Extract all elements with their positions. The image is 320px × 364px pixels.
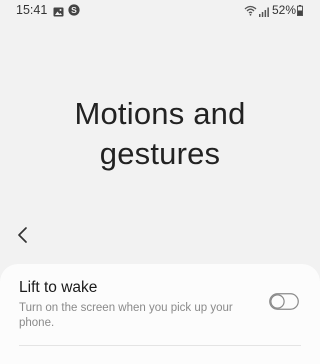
lift-to-wake-title: Lift to wake bbox=[19, 279, 98, 296]
row-divider bbox=[19, 345, 301, 346]
status-bar: 15:41 S 52% bbox=[0, 0, 320, 22]
lift-to-wake-row[interactable]: Lift to wake Turn on the screen when you… bbox=[0, 264, 320, 340]
battery-icon bbox=[297, 3, 303, 16]
chevron-left-icon bbox=[10, 222, 36, 248]
battery-percent: 52% bbox=[272, 3, 297, 17]
lift-to-wake-toggle[interactable] bbox=[269, 293, 299, 310]
back-button[interactable] bbox=[10, 222, 36, 248]
settings-card: Lift to wake Turn on the screen when you… bbox=[0, 264, 320, 364]
signal-icon bbox=[259, 4, 269, 17]
svg-text:S: S bbox=[71, 5, 77, 15]
skype-icon: S bbox=[68, 3, 80, 16]
gallery-icon bbox=[53, 4, 64, 17]
status-time: 15:41 bbox=[16, 3, 48, 17]
page-title-line1: Motions and bbox=[74, 96, 246, 131]
lift-to-wake-description: Turn on the screen when you pick up your… bbox=[19, 302, 233, 329]
page-title-line2: gestures bbox=[99, 136, 221, 171]
page-title: Motions and gestures bbox=[0, 94, 320, 174]
wifi-icon bbox=[244, 3, 257, 16]
